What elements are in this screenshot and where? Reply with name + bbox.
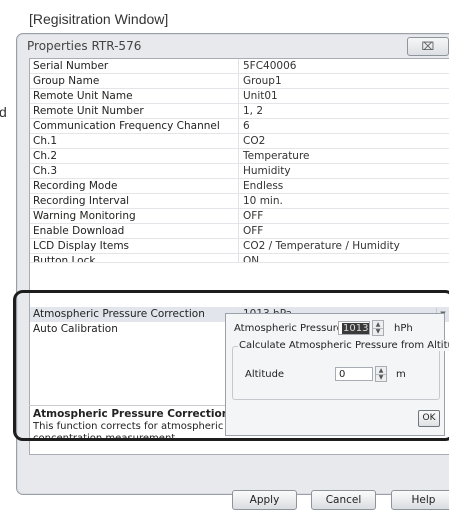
property-name: Communication Frequency Channel [33,120,220,132]
window-title: Properties RTR-576 [27,39,142,53]
property-row-remote-unit-name[interactable]: Remote Unit Name Unit01 [30,89,449,104]
property-name: Button Lock [33,255,96,263]
property-row-frequency-channel[interactable]: Communication Frequency Channel 6 [30,119,449,134]
apply-button[interactable]: Apply [232,490,297,510]
property-value: 10 min. [243,195,283,207]
property-value: Endless [243,180,284,192]
property-name: Serial Number [33,60,109,72]
property-row-warning-monitoring[interactable]: Warning Monitoring OFF [30,209,449,224]
close-button[interactable]: ⌧ [407,37,449,56]
property-value: OFF [243,225,264,237]
property-row-enable-download[interactable]: Enable Download OFF [30,224,449,239]
property-name: Ch.3 [33,165,58,177]
property-name: Ch.2 [33,150,58,162]
property-value: Unit01 [243,90,278,102]
property-name: Recording Interval [33,195,130,207]
close-icon: ⌧ [421,40,435,53]
property-value: CO2 [243,135,266,147]
property-value: CO2 / Temperature / Humidity [243,240,400,252]
property-row-button-lock[interactable]: Button Lock ON [30,254,449,263]
property-row-ch2[interactable]: Ch.2 Temperature [30,149,449,164]
property-row-lcd-display-items[interactable]: LCD Display Items CO2 / Temperature / Hu… [30,239,449,254]
property-row-ch1[interactable]: Ch.1 CO2 [30,134,449,149]
property-name: Remote Unit Number [33,105,144,117]
property-row-remote-unit-number[interactable]: Remote Unit Number 1, 2 [30,104,449,119]
property-name: Remote Unit Name [33,90,133,102]
property-row-recording-interval[interactable]: Recording Interval 10 min. [30,194,449,209]
highlight-frame [13,290,449,441]
property-name: Warning Monitoring [33,210,136,222]
property-value: 6 [243,120,250,132]
property-name: Ch.1 [33,135,58,147]
property-name: Recording Mode [33,180,118,192]
side-label: d [0,104,7,120]
property-name: Enable Download [33,225,125,237]
property-row-serial-number[interactable]: Serial Number 5FC40006 [30,59,449,74]
property-value: ON [243,255,260,263]
property-name: LCD Display Items [33,240,130,252]
help-button[interactable]: Help [391,490,449,510]
property-value: 1, 2 [243,105,264,117]
property-value: Temperature [243,150,310,162]
cancel-button[interactable]: Cancel [311,490,376,510]
property-row-ch3[interactable]: Ch.3 Humidity [30,164,449,179]
property-value: Group1 [243,75,282,87]
property-row-group-name[interactable]: Group Name Group1 [30,74,449,89]
property-value: 5FC40006 [243,60,297,72]
property-name: Group Name [33,75,100,87]
property-row-recording-mode[interactable]: Recording Mode Endless [30,179,449,194]
property-value: OFF [243,210,264,222]
title-bar[interactable]: Properties RTR-576 ⌧ [17,34,449,58]
property-value: Humidity [243,165,291,177]
window-caption: [Regisitration Window] [29,11,169,27]
